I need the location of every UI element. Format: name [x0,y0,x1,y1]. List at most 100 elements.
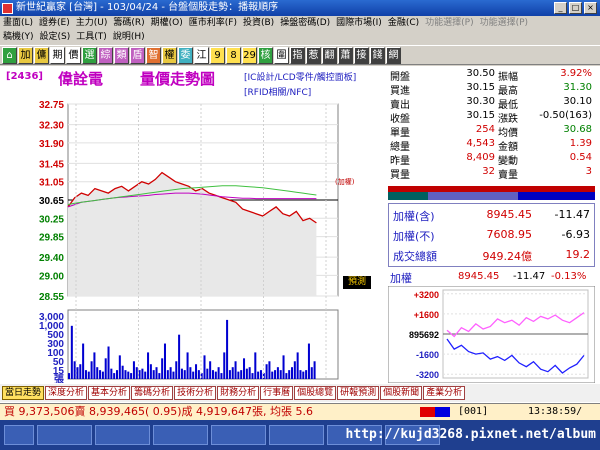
menu-item[interactable]: 證券(E) [36,16,73,31]
page-code[interactable]: [001] [458,404,488,420]
toolbar-button[interactable]: 選 [82,46,97,64]
quote-value: 30.50 [466,68,495,79]
tab-9[interactable]: 個股新聞 [380,386,423,400]
volume-bar [169,367,172,379]
toolbar-button[interactable]: 29 [242,46,257,64]
toolbar-button[interactable]: 錢 [370,46,385,64]
menu-item[interactable]: 工具(T) [73,30,110,45]
quote-value: -0.50(163) [539,110,592,121]
tab-4[interactable]: 技術分析 [174,386,217,400]
volume-bar [113,373,116,379]
menu-item[interactable]: 功能選擇(P) [422,16,476,31]
tab-3[interactable]: 籌碼分析 [131,386,174,400]
menu-item[interactable]: 功能選擇(P) [477,16,531,31]
volume-bar [183,370,186,379]
volume-bar [206,368,209,379]
price-tick-label: 29.40 [39,253,64,264]
quote-value: 3 [585,166,592,177]
menu-item[interactable]: 國際市場(I) [333,16,385,31]
toolbar-button[interactable]: 盾 [130,46,145,64]
volume-bar [313,361,316,379]
menu-item[interactable]: 操盤密碼(D) [277,16,333,31]
mini-tick-label: -3200 [416,370,439,380]
menu-item[interactable]: 稿機(Y) [0,30,37,45]
tab-0[interactable]: 當日走勢 [2,386,45,400]
menu-item[interactable]: 畫面(L) [0,16,36,31]
toolbar-button[interactable]: 委 [178,46,193,64]
tab-5[interactable]: 財務分析 [217,386,260,400]
chart-title: 量價走勢圖 [140,70,216,88]
volume-bar [302,371,305,379]
toolbar-button[interactable]: 9 [210,46,225,64]
index-change: -6.93 [561,228,590,241]
volume-bar [163,343,166,379]
taskbar-item[interactable] [4,425,34,445]
volume-bar [158,373,161,379]
taskbar-item[interactable] [37,425,92,445]
taskbar-item[interactable] [153,425,208,445]
menu-item[interactable]: 投資(B) [240,16,277,31]
toolbar-button[interactable]: 蕭 [338,46,353,64]
volume-bar [178,334,181,379]
toolbar-button[interactable]: 核 [258,46,273,64]
taskbar-item[interactable] [269,425,324,445]
toolbar-button[interactable]: 網 [386,46,401,64]
toolbar-button[interactable]: 權 [162,46,177,64]
tab-10[interactable]: 產業分析 [423,386,466,400]
menu-item[interactable]: 金融(C) [385,16,422,31]
volume-bar [248,367,251,379]
tab-7[interactable]: 個股總覽 [294,386,337,400]
volume-bar [228,370,231,379]
menu-item[interactable]: 期權(O) [148,16,186,31]
toolbar-button[interactable]: 翻 [322,46,337,64]
volume-bar [147,352,150,379]
toolbar-button[interactable]: 智 [146,46,161,64]
quote-value: 1.39 [569,138,592,149]
toolbar-button[interactable]: 類 [114,46,129,64]
toolbar-button[interactable]: 加 [18,46,33,64]
price-tick-label: 28.55 [39,292,64,303]
menu-item[interactable]: 匯市利率(F) [186,16,240,31]
toolbar-button[interactable]: 期 [50,46,65,64]
quote-label: 振幅 [498,72,518,83]
volume-bar [293,361,296,379]
tab-8[interactable]: 研報預測 [337,386,380,400]
toolbar-button[interactable]: 江 [194,46,209,64]
home-icon[interactable]: ⌂ [2,46,17,64]
toolbar-button[interactable]: 價 [66,46,81,64]
volume-bar [296,352,299,379]
volume-bar [115,370,119,379]
tab-6[interactable]: 行事曆 [260,386,294,400]
volume-bar [110,368,113,379]
quote-label: 賣量 [498,170,518,181]
toolbar-button[interactable]: 傭 [34,46,49,64]
taskbar-item[interactable] [211,425,266,445]
quote-label: 均價 [498,128,518,139]
volume-bar [121,365,124,379]
quote-label: 總量 [390,142,410,153]
toolbar-button[interactable]: 圍 [274,46,289,64]
close-button[interactable]: × [584,2,597,14]
toolbar-button[interactable]: 指 [290,46,305,64]
volume-bar [186,352,189,379]
volume-bar [141,368,144,379]
menu-item[interactable]: 設定(S) [37,30,74,45]
index-value: 7608.95 [486,228,533,241]
toolbar-button[interactable]: 綜 [98,46,113,64]
menu-item[interactable]: 說明(H) [110,30,148,45]
tab-1[interactable]: 深度分析 [45,386,88,400]
menu-item[interactable]: 主力(U) [73,16,111,31]
price-tick-label: 31.05 [39,178,64,189]
volume-bar [217,367,220,379]
predict-button[interactable]: 預測 [343,276,371,289]
bid-ask-detail [388,192,595,200]
toolbar-button[interactable]: 接 [354,46,369,64]
volume-bar [276,367,279,379]
tab-2[interactable]: 基本分析 [88,386,131,400]
taskbar-item[interactable] [95,425,150,445]
minimize-button[interactable]: _ [554,2,567,14]
maximize-button[interactable]: □ [569,2,582,14]
toolbar-button[interactable]: 惹 [306,46,321,64]
menu-item[interactable]: 籌碼(R) [110,16,147,31]
toolbar-button[interactable]: 8 [226,46,241,64]
